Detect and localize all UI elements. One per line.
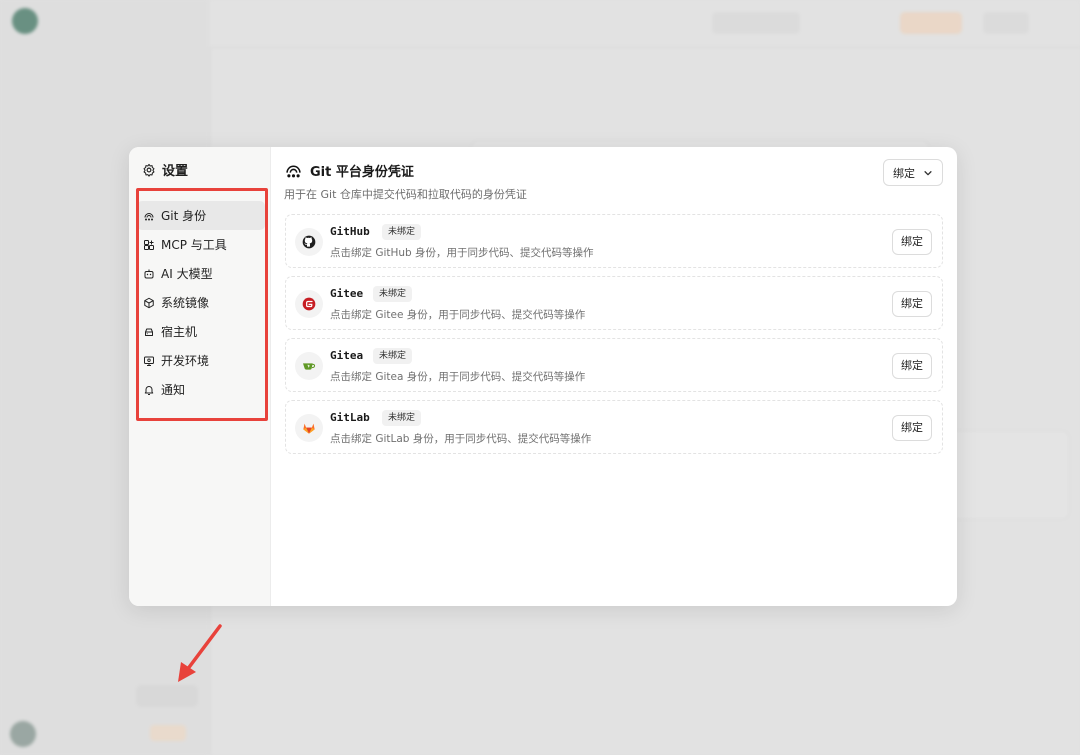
provider-row-github: GitHub 未绑定 点击绑定 GitHub 身份，用于同步代码、提交代码等操作… <box>285 214 943 268</box>
provider-logo <box>295 228 323 256</box>
status-badge: 未绑定 <box>373 286 413 302</box>
nav-item-ai-model[interactable]: AI 大模型 <box>137 259 265 288</box>
gitlab-icon <box>303 423 315 434</box>
provider-name: Gitea <box>330 349 364 362</box>
nav-item-label: MCP 与工具 <box>161 238 227 252</box>
provider-row-gitea: Gitea 未绑定 点击绑定 Gitea 身份，用于同步代码、提交代码等操作 绑… <box>285 338 943 392</box>
provider-row-gitlab: GitLab 未绑定 点击绑定 GitLab 身份，用于同步代码、提交代码等操作… <box>285 400 943 454</box>
nav-item-label: 通知 <box>161 383 186 397</box>
chevron-down-icon <box>924 170 932 175</box>
status-badge: 未绑定 <box>382 224 422 240</box>
nav-item-label: Git 身份 <box>161 209 207 223</box>
content-header: Git 平台身份凭证 <box>285 161 414 180</box>
nav-item-dev-env[interactable]: 开发环境 <box>137 346 265 375</box>
nav-item-label: 系统镜像 <box>161 296 210 310</box>
status-badge: 未绑定 <box>373 348 413 364</box>
nav-item-system-image[interactable]: 系统镜像 <box>137 288 265 317</box>
bind-github-button[interactable]: 绑定 <box>892 229 932 255</box>
nav-item-notifications[interactable]: 通知 <box>137 375 265 404</box>
settings-content: Git 平台身份凭证 用于在 Git 仓库中提交代码和拉取代码的身份凭证 绑定 … <box>271 147 957 606</box>
settings-nav-list: Git 身份 MCP 与工具 AI 大模型 系统镜像 宿主机 开发环境 通知 <box>137 201 265 404</box>
provider-logo <box>295 290 323 318</box>
provider-description: 点击绑定 GitHub 身份，用于同步代码、提交代码等操作 <box>330 247 594 259</box>
provider-row-gitee: Gitee 未绑定 点击绑定 Gitee 身份，用于同步代码、提交代码等操作 绑… <box>285 276 943 330</box>
provider-list: GitHub 未绑定 点击绑定 GitHub 身份，用于同步代码、提交代码等操作… <box>285 214 943 462</box>
provider-description: 点击绑定 Gitea 身份，用于同步代码、提交代码等操作 <box>330 371 586 383</box>
nav-item-label: 宿主机 <box>161 325 198 339</box>
robot-icon <box>144 269 154 278</box>
bind-gitlab-button[interactable]: 绑定 <box>892 415 932 441</box>
content-description: 用于在 Git 仓库中提交代码和拉取代码的身份凭证 <box>284 188 527 201</box>
provider-logo <box>295 414 323 442</box>
gitee-icon <box>302 297 316 311</box>
nav-item-host[interactable]: 宿主机 <box>137 317 265 346</box>
provider-name: Gitee <box>330 287 364 300</box>
git-identity-icon <box>286 165 301 178</box>
provider-name: GitHub <box>330 225 370 238</box>
bind-gitee-button[interactable]: 绑定 <box>892 291 932 317</box>
gear-icon <box>143 163 155 177</box>
nav-item-label: AI 大模型 <box>161 267 213 281</box>
github-icon <box>302 235 316 249</box>
provider-logo <box>295 352 323 380</box>
monitor-icon <box>144 356 154 366</box>
content-title: Git 平台身份凭证 <box>310 165 414 180</box>
tools-icon <box>144 239 154 250</box>
git-identity-icon <box>144 212 154 220</box>
server-icon <box>145 328 153 336</box>
bell-icon <box>144 385 154 395</box>
bind-dropdown-label: 绑定 <box>893 166 915 180</box>
cube-icon <box>144 297 154 308</box>
bind-dropdown[interactable]: 绑定 <box>883 159 943 186</box>
nav-item-mcp-tools[interactable]: MCP 与工具 <box>137 230 265 259</box>
settings-nav: 设置 Git 身份 MCP 与工具 AI 大模型 系统镜像 宿主机 开发环境 通… <box>129 147 271 606</box>
bind-gitea-button[interactable]: 绑定 <box>892 353 932 379</box>
nav-item-git-identity[interactable]: Git 身份 <box>137 201 265 230</box>
nav-item-label: 开发环境 <box>161 354 210 368</box>
status-badge: 未绑定 <box>382 410 422 426</box>
settings-title: 设置 <box>142 160 188 179</box>
annotation-arrow-icon <box>178 624 222 682</box>
settings-modal: 设置 Git 身份 MCP 与工具 AI 大模型 系统镜像 宿主机 开发环境 通… <box>129 147 957 606</box>
provider-description: 点击绑定 Gitee 身份，用于同步代码、提交代码等操作 <box>330 309 586 321</box>
provider-name: GitLab <box>330 411 370 424</box>
gitea-icon <box>303 363 316 370</box>
settings-title-label: 设置 <box>162 164 189 179</box>
provider-description: 点击绑定 GitLab 身份，用于同步代码、提交代码等操作 <box>330 433 592 445</box>
